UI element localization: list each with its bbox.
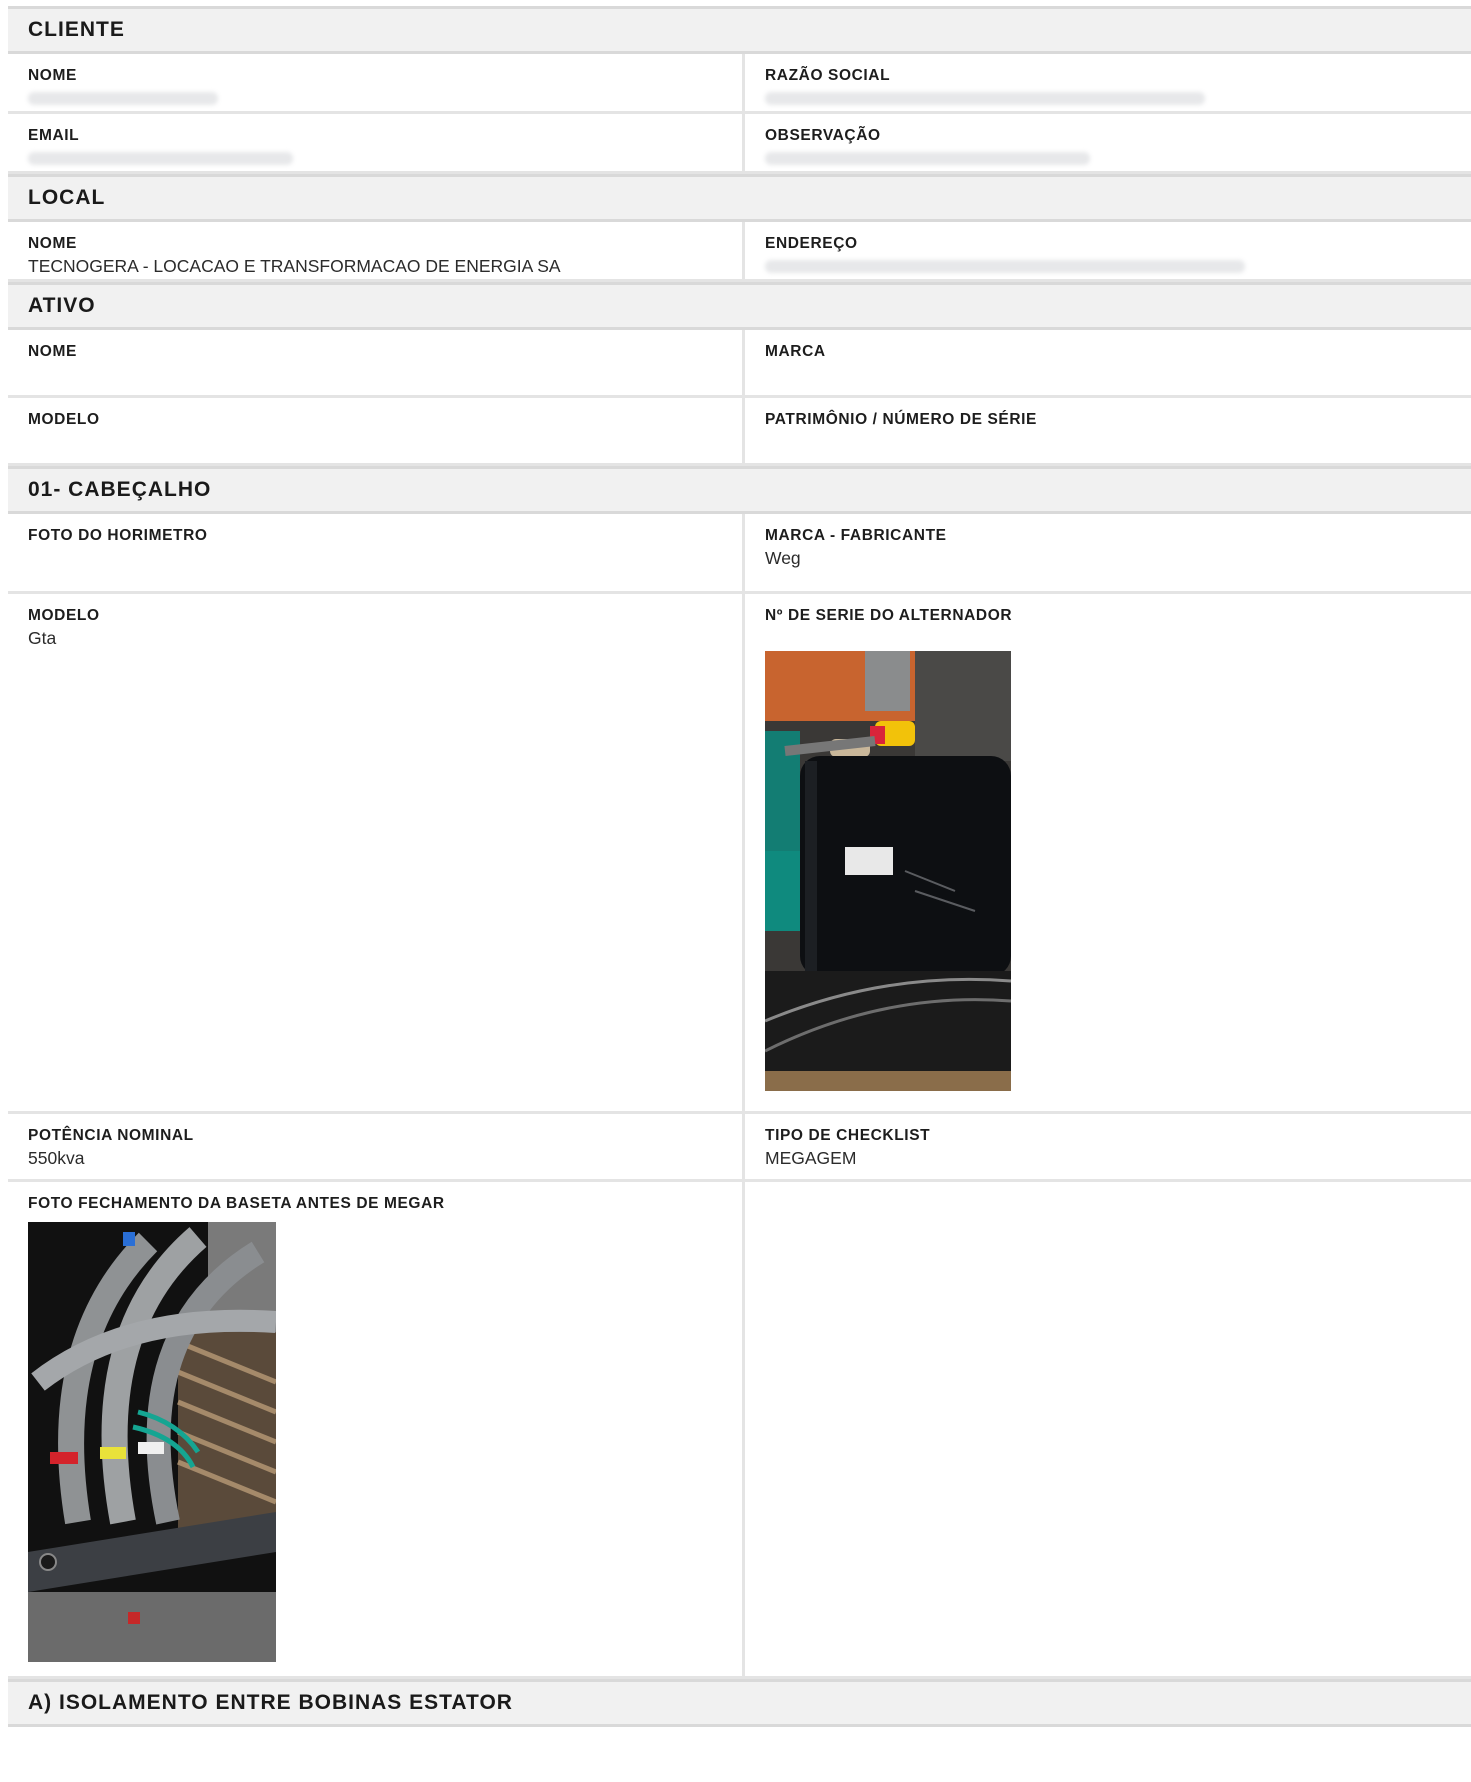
potencia-cell: POTÊNCIA NOMINAL 550kva bbox=[8, 1114, 745, 1179]
cliente-razao-cell: RAZÃO SOCIAL bbox=[745, 54, 1471, 111]
local-nome-label: NOME bbox=[28, 235, 77, 252]
cliente-email-cell: EMAIL bbox=[8, 114, 745, 171]
section-cliente-title: CLIENTE bbox=[8, 6, 1471, 54]
ativo-patrimonio-cell: PATRIMÔNIO / NÚMERO DE SÉRIE bbox=[745, 398, 1471, 463]
cliente-razao-redacted bbox=[765, 92, 1205, 105]
ativo-marca-cell: MARCA bbox=[745, 330, 1471, 395]
cabecalho-row-2: MODELO Gta Nº DE SERIE DO ALTERNADOR bbox=[8, 594, 1471, 1114]
potencia-value: 550kva bbox=[28, 1148, 85, 1168]
local-endereco-label: ENDEREÇO bbox=[765, 235, 858, 252]
modelo-value: Gta bbox=[28, 628, 57, 648]
foto-baseta-label: FOTO FECHAMENTO DA BASETA ANTES DE MEGAR bbox=[28, 1195, 445, 1212]
section-ativo-title: ATIVO bbox=[8, 282, 1471, 330]
ativo-nome-label: NOME bbox=[28, 343, 77, 360]
marca-fabricante-value: Weg bbox=[765, 548, 801, 568]
cliente-observacao-cell: OBSERVAÇÃO bbox=[745, 114, 1471, 171]
modelo-label: MODELO bbox=[28, 607, 100, 624]
modelo-cell: MODELO Gta bbox=[8, 594, 745, 1111]
ativo-nome-cell: NOME bbox=[8, 330, 745, 395]
foto-horimetro-cell: FOTO DO HORIMETRO bbox=[8, 514, 745, 591]
local-endereco-redacted bbox=[765, 260, 1245, 273]
serie-alternador-label: Nº DE SERIE DO ALTERNADOR bbox=[765, 607, 1013, 624]
baseta-photo[interactable] bbox=[28, 1222, 276, 1662]
local-nome-cell: NOME TECNOGERA - LOCACAO E TRANSFORMACAO… bbox=[8, 222, 745, 279]
section-local-title: LOCAL bbox=[8, 174, 1471, 222]
ativo-row-1: NOME MARCA bbox=[8, 330, 1471, 398]
alternador-photo[interactable] bbox=[765, 651, 1011, 1091]
cliente-row-1: NOME RAZÃO SOCIAL bbox=[8, 54, 1471, 114]
marca-fabricante-label: MARCA - FABRICANTE bbox=[765, 527, 947, 544]
tipo-checklist-value: MEGAGEM bbox=[765, 1148, 857, 1168]
marca-fabricante-cell: MARCA - FABRICANTE Weg bbox=[745, 514, 1471, 591]
local-nome-value: TECNOGERA - LOCACAO E TRANSFORMACAO DE E… bbox=[28, 256, 561, 276]
cabecalho-row-3: POTÊNCIA NOMINAL 550kva TIPO DE CHECKLIS… bbox=[8, 1114, 1471, 1182]
tipo-checklist-cell: TIPO DE CHECKLIST MEGAGEM bbox=[745, 1114, 1471, 1179]
cliente-nome-redacted bbox=[28, 92, 218, 105]
cliente-observacao-redacted bbox=[765, 152, 1090, 165]
cliente-razao-label: RAZÃO SOCIAL bbox=[765, 67, 891, 84]
foto-baseta-cell: FOTO FECHAMENTO DA BASETA ANTES DE MEGAR bbox=[8, 1182, 745, 1676]
tipo-checklist-label: TIPO DE CHECKLIST bbox=[765, 1127, 931, 1144]
empty-cell bbox=[745, 1182, 1471, 1676]
cliente-email-label: EMAIL bbox=[28, 127, 80, 144]
local-row-1: NOME TECNOGERA - LOCACAO E TRANSFORMACAO… bbox=[8, 222, 1471, 282]
cliente-nome-cell: NOME bbox=[8, 54, 745, 111]
section-isolamento-title: A) ISOLAMENTO ENTRE BOBINAS ESTATOR bbox=[8, 1679, 1471, 1727]
ativo-row-2: MODELO PATRIMÔNIO / NÚMERO DE SÉRIE bbox=[8, 398, 1471, 466]
ativo-modelo-label: MODELO bbox=[28, 411, 100, 428]
ativo-modelo-cell: MODELO bbox=[8, 398, 745, 463]
serie-alternador-cell: Nº DE SERIE DO ALTERNADOR bbox=[745, 594, 1471, 1111]
checklist-report: CLIENTE NOME RAZÃO SOCIAL EMAIL OBSERVAÇ… bbox=[8, 6, 1471, 1727]
cliente-email-redacted bbox=[28, 152, 293, 165]
ativo-patrimonio-label: PATRIMÔNIO / NÚMERO DE SÉRIE bbox=[765, 411, 1037, 428]
cabecalho-row-4: FOTO FECHAMENTO DA BASETA ANTES DE MEGAR bbox=[8, 1182, 1471, 1679]
foto-horimetro-label: FOTO DO HORIMETRO bbox=[28, 527, 208, 544]
cliente-row-2: EMAIL OBSERVAÇÃO bbox=[8, 114, 1471, 174]
ativo-marca-label: MARCA bbox=[765, 343, 826, 360]
section-cabecalho-title: 01- CABEÇALHO bbox=[8, 466, 1471, 514]
local-endereco-cell: ENDEREÇO bbox=[745, 222, 1471, 279]
potencia-label: POTÊNCIA NOMINAL bbox=[28, 1127, 194, 1144]
cliente-nome-label: NOME bbox=[28, 67, 77, 84]
cabecalho-row-1: FOTO DO HORIMETRO MARCA - FABRICANTE Weg bbox=[8, 514, 1471, 594]
cliente-observacao-label: OBSERVAÇÃO bbox=[765, 127, 881, 144]
